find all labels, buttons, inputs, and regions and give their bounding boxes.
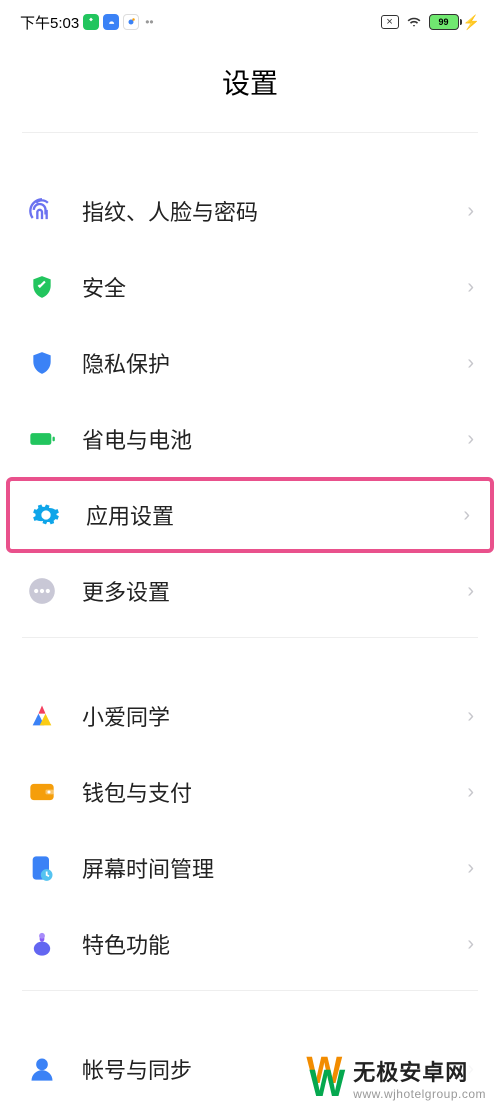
watermark-text: 无极安卓网 www.wjhotelgroup.com — [353, 1055, 486, 1101]
battery-icon: 99 — [429, 14, 459, 30]
row-label: 安全 — [82, 271, 443, 303]
chevron-right-icon: › — [467, 428, 474, 451]
settings-row-screentime[interactable]: 屏幕时间管理 › — [0, 830, 500, 906]
chevron-right-icon: › — [467, 933, 474, 956]
wifi-icon — [405, 15, 423, 29]
row-label: 隐私保护 — [82, 347, 443, 379]
privacy-shield-icon — [26, 347, 58, 379]
row-label: 钱包与支付 — [82, 776, 443, 808]
watermark: WW 无极安卓网 www.wjhotelgroup.com — [293, 1045, 500, 1111]
screen-time-icon — [26, 852, 58, 884]
chevron-right-icon: › — [467, 580, 474, 603]
row-label: 更多设置 — [82, 575, 443, 607]
row-label: 应用设置 — [86, 499, 439, 531]
settings-row-features[interactable]: 特色功能 › — [0, 906, 500, 982]
settings-row-apps[interactable]: 应用设置 › — [10, 481, 490, 549]
status-notif-icon — [381, 15, 399, 29]
chevron-right-icon: › — [467, 857, 474, 880]
watermark-name: 无极安卓网 — [353, 1055, 486, 1087]
ai-assistant-icon — [26, 700, 58, 732]
settings-row-more[interactable]: 更多设置 › — [0, 553, 500, 629]
status-app-icon — [103, 14, 119, 30]
status-time: 下午5:03 — [20, 12, 79, 33]
settings-row-wallet[interactable]: 钱包与支付 › — [0, 754, 500, 830]
status-left: 下午5:03 •• — [20, 12, 154, 33]
charging-icon: ⚡ — [463, 14, 480, 31]
chevron-right-icon: › — [463, 504, 470, 527]
settings-row-fingerprint[interactable]: 指纹、人脸与密码 › — [0, 173, 500, 249]
row-label: 指纹、人脸与密码 — [82, 195, 443, 227]
battery-level: 99 — [439, 17, 449, 27]
chevron-right-icon: › — [467, 705, 474, 728]
settings-row-ai[interactable]: 小爱同学 › — [0, 678, 500, 754]
account-icon — [26, 1053, 58, 1085]
wallet-icon — [26, 776, 58, 808]
page-title: 设置 — [0, 44, 500, 132]
more-icon — [26, 575, 58, 607]
chevron-right-icon: › — [467, 352, 474, 375]
settings-row-security[interactable]: 安全 › — [0, 249, 500, 325]
gear-icon — [30, 499, 62, 531]
fingerprint-icon — [26, 195, 58, 227]
row-label: 屏幕时间管理 — [82, 852, 443, 884]
row-label: 特色功能 — [82, 928, 443, 960]
highlighted-row-box: 应用设置 › — [6, 477, 494, 553]
status-app-icon — [123, 14, 139, 30]
watermark-logo: WW — [303, 1058, 345, 1097]
settings-row-battery[interactable]: 省电与电池 › — [0, 401, 500, 477]
chevron-right-icon: › — [467, 276, 474, 299]
status-app-icon — [83, 14, 99, 30]
status-right: 99 ⚡ — [381, 14, 480, 31]
settings-row-privacy[interactable]: 隐私保护 › — [0, 325, 500, 401]
row-label: 小爱同学 — [82, 700, 443, 732]
special-feature-icon — [26, 928, 58, 960]
status-more-dots: •• — [145, 15, 153, 29]
chevron-right-icon: › — [467, 200, 474, 223]
watermark-url: www.wjhotelgroup.com — [353, 1087, 486, 1101]
row-label: 省电与电池 — [82, 423, 443, 455]
shield-icon — [26, 271, 58, 303]
chevron-right-icon: › — [467, 781, 474, 804]
battery-saver-icon — [26, 423, 58, 455]
status-bar: 下午5:03 •• 99 ⚡ — [0, 0, 500, 44]
